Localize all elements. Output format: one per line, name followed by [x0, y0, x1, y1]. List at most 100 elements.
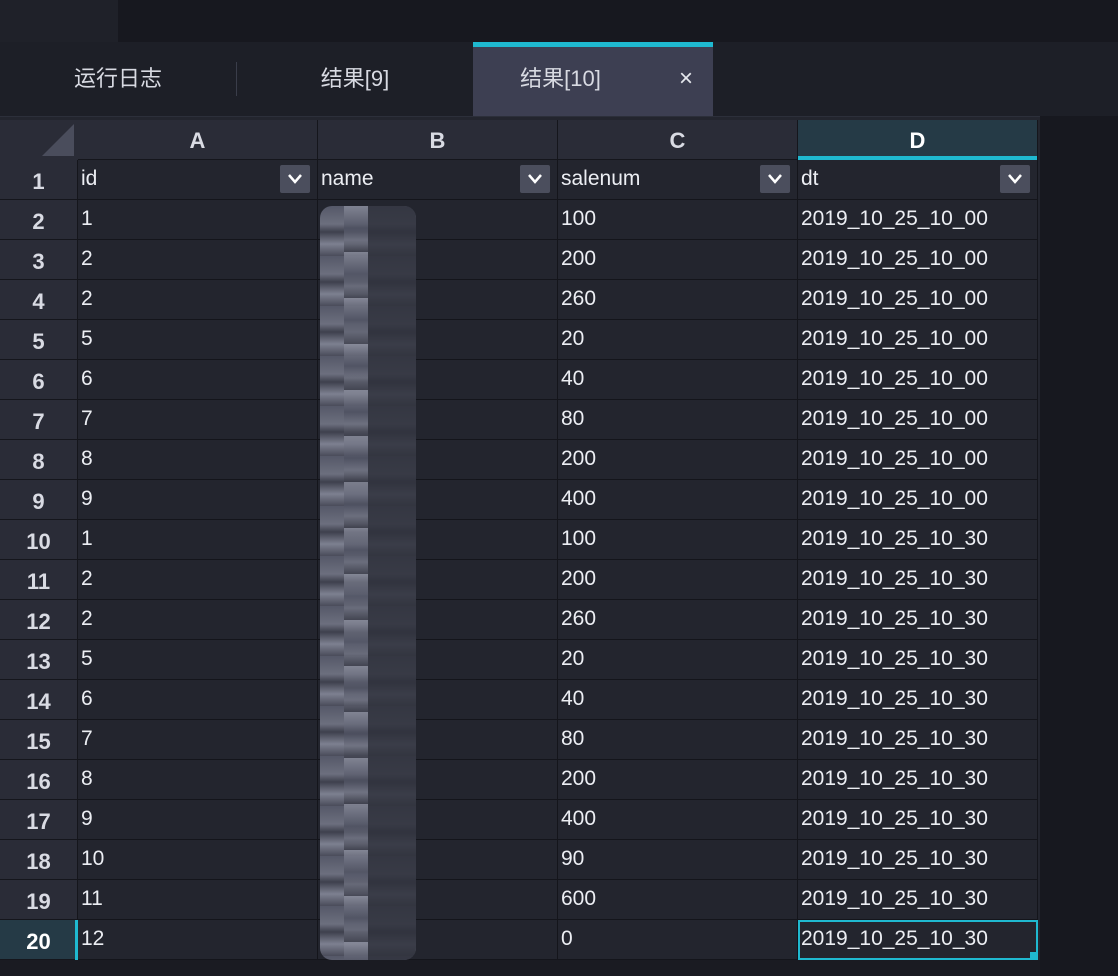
chevron-down-icon[interactable]: [520, 165, 550, 193]
column-header-a[interactable]: A: [78, 120, 318, 160]
table-cell-salenum[interactable]: 0: [558, 920, 798, 960]
row-header-14[interactable]: 14: [0, 680, 78, 720]
table-cell-dt[interactable]: 2019_10_25_10_00: [798, 280, 1038, 320]
table-cell-salenum[interactable]: 20: [558, 640, 798, 680]
table-cell-dt[interactable]: 2019_10_25_10_30: [798, 640, 1038, 680]
table-cell-id[interactable]: 8: [78, 760, 318, 800]
tab-result-10[interactable]: 结果[10] ×: [473, 42, 713, 116]
select-all-corner[interactable]: [0, 120, 79, 161]
row-header-12[interactable]: 12: [0, 600, 78, 640]
column-header-b[interactable]: B: [318, 120, 558, 160]
table-cell-salenum[interactable]: 200: [558, 560, 798, 600]
table-cell-dt[interactable]: 2019_10_25_10_30: [798, 840, 1038, 880]
top-bar: [0, 0, 1118, 42]
row-header-15[interactable]: 15: [0, 720, 78, 760]
row-header-2[interactable]: 2: [0, 200, 78, 240]
table-cell-id[interactable]: 1: [78, 520, 318, 560]
table-cell-dt[interactable]: 2019_10_25_10_00: [798, 200, 1038, 240]
table-cell-salenum[interactable]: 100: [558, 200, 798, 240]
field-header-cell-dt[interactable]: dt: [798, 160, 1038, 200]
table-cell-salenum[interactable]: 80: [558, 400, 798, 440]
field-header-label: name: [321, 167, 374, 190]
row-header-10[interactable]: 10: [0, 520, 78, 560]
table-cell-salenum[interactable]: 400: [558, 800, 798, 840]
row-header-7[interactable]: 7: [0, 400, 78, 440]
table-cell-dt[interactable]: 2019_10_25_10_00: [798, 240, 1038, 280]
table-cell-dt[interactable]: 2019_10_25_10_30: [798, 920, 1038, 960]
table-cell-salenum[interactable]: 40: [558, 680, 798, 720]
row-header-6[interactable]: 6: [0, 360, 78, 400]
field-header-cell-id[interactable]: id: [78, 160, 318, 200]
table-cell-id[interactable]: 2: [78, 560, 318, 600]
table-cell-dt[interactable]: 2019_10_25_10_30: [798, 800, 1038, 840]
chevron-down-icon[interactable]: [760, 165, 790, 193]
table-cell-id[interactable]: 5: [78, 640, 318, 680]
table-cell-id[interactable]: 6: [78, 360, 318, 400]
chevron-down-icon[interactable]: [280, 165, 310, 193]
table-cell-salenum[interactable]: 80: [558, 720, 798, 760]
table-cell-salenum[interactable]: 20: [558, 320, 798, 360]
table-cell-dt[interactable]: 2019_10_25_10_30: [798, 680, 1038, 720]
table-cell-dt[interactable]: 2019_10_25_10_30: [798, 760, 1038, 800]
row-header-9[interactable]: 9: [0, 480, 78, 520]
row-header-8[interactable]: 8: [0, 440, 78, 480]
table-cell-id[interactable]: 5: [78, 320, 318, 360]
table-cell-salenum[interactable]: 200: [558, 440, 798, 480]
row-header-4[interactable]: 4: [0, 280, 78, 320]
table-cell-id[interactable]: 2: [78, 240, 318, 280]
table-cell-dt[interactable]: 2019_10_25_10_00: [798, 320, 1038, 360]
row-header-1[interactable]: 1: [0, 160, 78, 200]
table-cell-dt[interactable]: 2019_10_25_10_30: [798, 880, 1038, 920]
table-cell-salenum[interactable]: 260: [558, 280, 798, 320]
close-icon[interactable]: ×: [679, 42, 693, 116]
table-cell-salenum[interactable]: 260: [558, 600, 798, 640]
horizontal-scrollbar[interactable]: [0, 960, 1040, 976]
table-cell-id[interactable]: 2: [78, 280, 318, 320]
row-header-3[interactable]: 3: [0, 240, 78, 280]
row-header-18[interactable]: 18: [0, 840, 78, 880]
field-header-label: id: [81, 167, 98, 190]
table-cell-id[interactable]: 6: [78, 680, 318, 720]
table-cell-salenum[interactable]: 100: [558, 520, 798, 560]
table-cell-id[interactable]: 9: [78, 800, 318, 840]
row-header-13[interactable]: 13: [0, 640, 78, 680]
column-header-d[interactable]: D: [798, 120, 1038, 160]
column-header-c[interactable]: C: [558, 120, 798, 160]
table-cell-dt[interactable]: 2019_10_25_10_30: [798, 600, 1038, 640]
row-header-16[interactable]: 16: [0, 760, 78, 800]
field-header-cell-salenum[interactable]: salenum: [558, 160, 798, 200]
table-cell-id[interactable]: 2: [78, 600, 318, 640]
row-header-5[interactable]: 5: [0, 320, 78, 360]
table-cell-salenum[interactable]: 40: [558, 360, 798, 400]
tab-result-9[interactable]: 结果[9]: [237, 42, 473, 116]
table-cell-id[interactable]: 11: [78, 880, 318, 920]
table-cell-dt[interactable]: 2019_10_25_10_30: [798, 560, 1038, 600]
table-cell-salenum[interactable]: 200: [558, 240, 798, 280]
table-cell-salenum[interactable]: 400: [558, 480, 798, 520]
table-cell-id[interactable]: 12: [78, 920, 318, 960]
row-header-11[interactable]: 11: [0, 560, 78, 600]
result-tab-bar: 运行日志 结果[9] 结果[10] ×: [0, 42, 1118, 117]
tab-run-log[interactable]: 运行日志: [0, 42, 236, 116]
table-cell-id[interactable]: 7: [78, 400, 318, 440]
table-cell-id[interactable]: 10: [78, 840, 318, 880]
table-cell-dt[interactable]: 2019_10_25_10_00: [798, 480, 1038, 520]
field-header-cell-name[interactable]: name: [318, 160, 558, 200]
table-cell-salenum[interactable]: 600: [558, 880, 798, 920]
table-cell-dt[interactable]: 2019_10_25_10_30: [798, 520, 1038, 560]
row-header-20[interactable]: 20: [0, 920, 78, 960]
table-cell-dt[interactable]: 2019_10_25_10_30: [798, 720, 1038, 760]
chevron-down-icon[interactable]: [1000, 165, 1030, 193]
table-cell-dt[interactable]: 2019_10_25_10_00: [798, 440, 1038, 480]
row-header-19[interactable]: 19: [0, 880, 78, 920]
row-header-17[interactable]: 17: [0, 800, 78, 840]
table-cell-salenum[interactable]: 200: [558, 760, 798, 800]
table-cell-id[interactable]: 1: [78, 200, 318, 240]
table-cell-salenum[interactable]: 90: [558, 840, 798, 880]
table-cell-id[interactable]: 8: [78, 440, 318, 480]
table-cell-id[interactable]: 9: [78, 480, 318, 520]
table-cell-id[interactable]: 7: [78, 720, 318, 760]
field-header-label: dt: [801, 167, 819, 190]
table-cell-dt[interactable]: 2019_10_25_10_00: [798, 400, 1038, 440]
table-cell-dt[interactable]: 2019_10_25_10_00: [798, 360, 1038, 400]
